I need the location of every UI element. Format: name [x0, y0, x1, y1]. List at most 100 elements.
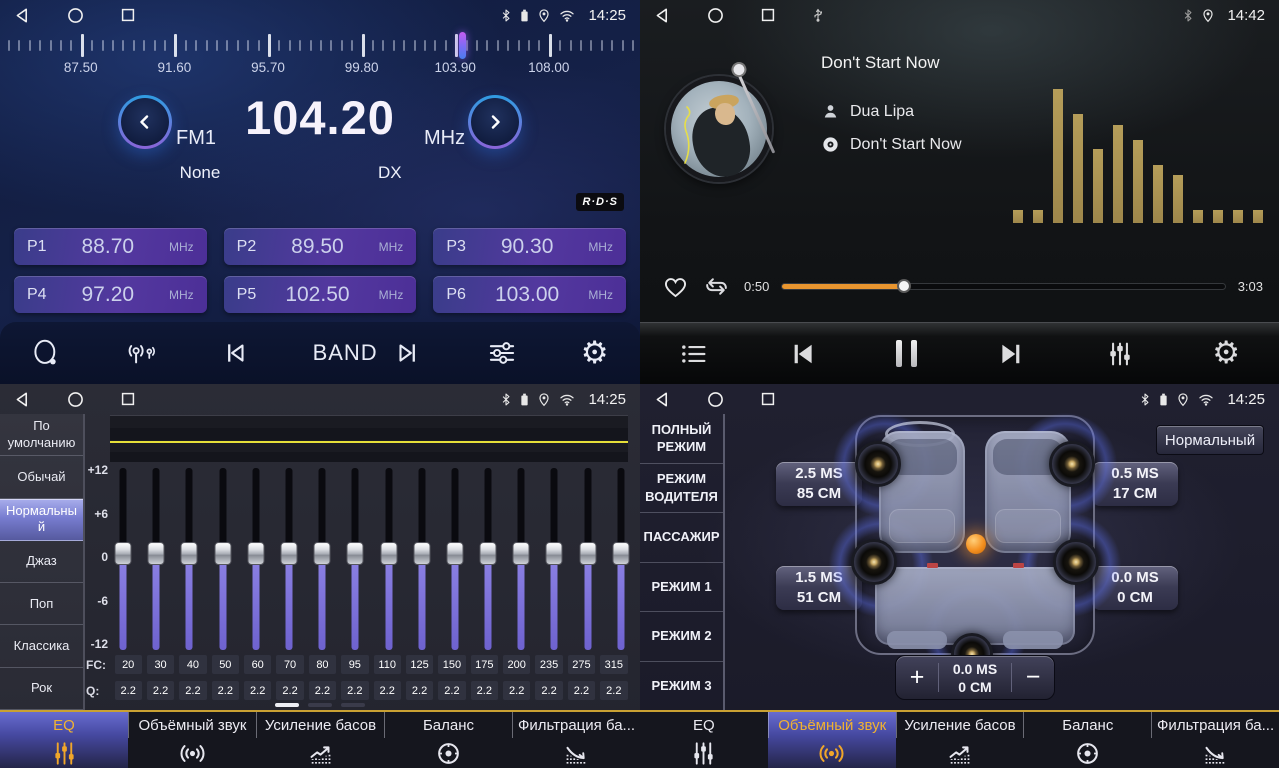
scan-icon[interactable] [31, 338, 61, 368]
mode-item[interactable]: РЕЖИМ ВОДИТЕЛЯ [640, 464, 723, 514]
rear-left-delay-button[interactable]: 1.5 MS 51 CM [776, 566, 862, 610]
seek-bar[interactable] [782, 284, 1224, 289]
tab-filter[interactable]: Фильтрация ба... [512, 712, 640, 768]
tuner-tick [622, 40, 624, 51]
decrease-delay-button[interactable]: − [1012, 665, 1054, 690]
slider-handle[interactable] [513, 542, 530, 565]
rear-right-delay-button[interactable]: 0.0 MS 0 CM [1092, 566, 1178, 610]
slider-handle[interactable] [380, 542, 397, 565]
recents-icon[interactable] [760, 7, 776, 23]
tab-eq-sliders-active[interactable]: EQ [0, 712, 128, 768]
tab-balance[interactable]: Баланс [384, 712, 512, 768]
balance-icon [384, 738, 512, 768]
ta-broadcast-icon[interactable] [124, 339, 157, 367]
dx-mode-label: DX [378, 163, 402, 183]
eq-preset-item[interactable]: Классика [0, 625, 83, 667]
slider-handle[interactable] [579, 542, 596, 565]
playlist-icon[interactable] [679, 339, 709, 369]
slider-handle[interactable] [546, 542, 563, 565]
preset-button-p6[interactable]: P6103.00MHz [433, 276, 626, 313]
repeat-icon[interactable] [702, 274, 731, 299]
mode-item[interactable]: РЕЖИМ 3 [640, 662, 723, 711]
slider-handle[interactable] [314, 542, 331, 565]
preset-button-p5[interactable]: P5102.50MHz [224, 276, 417, 313]
pause-icon[interactable] [896, 340, 917, 367]
player-toolbar: ⚙ [640, 322, 1279, 384]
tab-bass-boost[interactable]: Усиление басов [896, 712, 1024, 768]
tuner-tick [216, 40, 218, 51]
home-icon[interactable] [707, 391, 724, 408]
slider-track-lower [219, 554, 226, 650]
eq-preset-item[interactable]: Обычай [0, 456, 83, 498]
slider-handle[interactable] [612, 542, 629, 565]
front-left-delay-button[interactable]: 2.5 MS 85 CM [776, 462, 862, 506]
mode-item[interactable]: ПАССАЖИР [640, 513, 723, 563]
slider-handle[interactable] [247, 542, 264, 565]
recents-icon[interactable] [120, 391, 136, 407]
favorite-heart-icon[interactable] [662, 274, 689, 299]
preset-button-p3[interactable]: P390.30MHz [433, 228, 626, 265]
home-icon[interactable] [67, 7, 84, 24]
seek-knob[interactable] [897, 279, 911, 293]
preset-grid: P188.70MHz P289.50MHz P390.30MHz P497.20MHz… [14, 228, 626, 313]
preset-button-p2[interactable]: P289.50MHz [224, 228, 417, 265]
preset-button-p1[interactable]: P188.70MHz [14, 228, 207, 265]
mode-item[interactable]: РЕЖИМ 1 [640, 563, 723, 613]
tab-filter[interactable]: Фильтрация ба... [1151, 712, 1279, 768]
back-icon[interactable] [654, 391, 671, 408]
tuner-tick [466, 40, 468, 51]
slider-handle[interactable] [148, 542, 165, 565]
tab-surround-active[interactable]: Объёмный звук [768, 712, 896, 768]
band-button[interactable]: BAND [313, 340, 331, 366]
increase-delay-button[interactable]: + [896, 665, 938, 690]
back-icon[interactable] [654, 7, 671, 24]
listening-position-dot[interactable] [966, 534, 986, 554]
eq-preset-active[interactable]: Нормальный [0, 499, 83, 541]
track-name: Don't Start Now [850, 136, 962, 154]
eq-preset-item[interactable]: Поп [0, 583, 83, 625]
preset-button-p4[interactable]: P497.20MHz [14, 276, 207, 313]
tuner-tick [559, 40, 561, 51]
tuner-tick [133, 40, 135, 51]
front-right-delay-button[interactable]: 0.5 MS 17 CM [1092, 462, 1178, 506]
slider-handle[interactable] [181, 542, 198, 565]
mode-item[interactable]: РЕЖИМ 2 [640, 612, 723, 662]
tune-up-button[interactable] [468, 95, 522, 149]
tuner-ticks[interactable] [0, 31, 640, 59]
tab-bass-boost[interactable]: Усиление басов [256, 712, 384, 768]
slider-handle[interactable] [480, 542, 497, 565]
settings-gear-icon[interactable]: ⚙ [1212, 338, 1240, 369]
location-icon [1177, 392, 1189, 407]
tab-label: Усиление басов [256, 712, 384, 738]
next-station-icon[interactable] [393, 338, 423, 368]
mode-item[interactable]: ПОЛНЫЙ РЕЖИМ [640, 414, 723, 464]
audio-settings-icon[interactable] [486, 337, 518, 369]
eq-preset-item[interactable]: По умолчанию [0, 414, 83, 456]
tune-down-button[interactable] [118, 95, 172, 149]
q-value: 2.2 [276, 681, 303, 700]
previous-station-icon[interactable] [220, 338, 250, 368]
home-icon[interactable] [707, 7, 724, 24]
slider-handle[interactable] [115, 542, 132, 565]
clock: 14:25 [1227, 391, 1265, 408]
home-icon[interactable] [67, 391, 84, 408]
recents-icon[interactable] [760, 391, 776, 407]
previous-track-icon[interactable] [787, 338, 819, 370]
slider-handle[interactable] [347, 542, 364, 565]
slider-handle[interactable] [280, 542, 297, 565]
slider-handle[interactable] [446, 542, 463, 565]
mixer-icon[interactable] [1105, 339, 1135, 369]
next-track-icon[interactable] [995, 338, 1027, 370]
recents-icon[interactable] [120, 7, 136, 23]
preset-id: P5 [237, 286, 257, 304]
delay-profile-button[interactable]: Нормальный [1156, 425, 1264, 455]
slider-handle[interactable] [413, 542, 430, 565]
settings-gear-icon[interactable]: ⚙ [581, 338, 609, 369]
tab-balance[interactable]: Баланс [1023, 712, 1151, 768]
eq-preset-item[interactable]: Джаз [0, 541, 83, 583]
slider-handle[interactable] [214, 542, 231, 565]
tab-eq-sliders[interactable]: EQ [640, 712, 768, 768]
back-icon[interactable] [14, 7, 31, 24]
back-icon[interactable] [14, 391, 31, 408]
tab-surround[interactable]: Объёмный звук [128, 712, 256, 768]
